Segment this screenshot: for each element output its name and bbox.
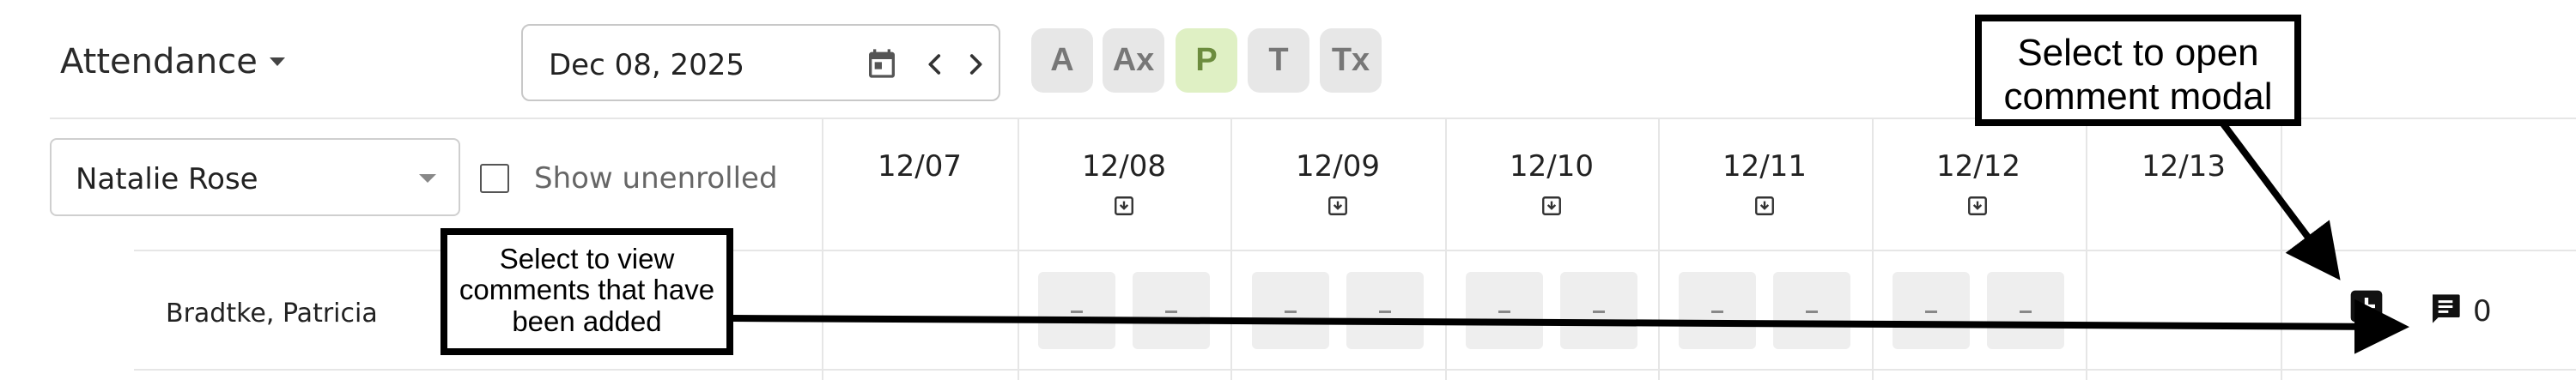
- download-icon[interactable]: [1327, 195, 1349, 217]
- status-absent-button[interactable]: A: [1031, 28, 1093, 93]
- attendance-dropdown[interactable]: Attendance: [60, 36, 285, 87]
- grid-divider: [1658, 118, 1660, 380]
- date-column-header: 12/07: [878, 149, 962, 184]
- status-present-button[interactable]: P: [1176, 28, 1237, 93]
- grid-divider: [1018, 118, 1019, 380]
- download-icon[interactable]: [1113, 195, 1135, 217]
- status-tardy-button[interactable]: T: [1248, 28, 1309, 93]
- attendance-cell[interactable]: [1773, 272, 1850, 349]
- caret-down-icon: [269, 57, 285, 66]
- grid-divider: [1872, 118, 1874, 380]
- status-tardy-excused-button[interactable]: Tx: [1320, 28, 1382, 93]
- show-unenrolled-label: Show unenrolled: [534, 161, 778, 196]
- callout-view-comments: Select to view comments that have been a…: [440, 228, 733, 355]
- grid-divider: [822, 118, 823, 380]
- chevron-right-icon[interactable]: [961, 48, 990, 81]
- arrow-to-add-comment: [2214, 113, 2341, 280]
- grid-divider: [1445, 118, 1447, 380]
- attendance-cell[interactable]: [1987, 272, 2064, 349]
- attendance-cell[interactable]: [1893, 272, 1970, 349]
- attendance-cell[interactable]: [1252, 272, 1329, 349]
- page-title: Attendance: [60, 42, 258, 81]
- student-select-value: Natalie Rose: [76, 162, 258, 196]
- student-select[interactable]: Natalie Rose: [50, 138, 460, 216]
- attendance-cell[interactable]: [1346, 272, 1424, 349]
- date-column-header: 12/13: [2142, 149, 2226, 184]
- calendar-icon[interactable]: [865, 46, 899, 81]
- show-unenrolled-checkbox[interactable]: [480, 164, 509, 193]
- status-absent-excused-button[interactable]: Ax: [1103, 28, 1164, 93]
- attendance-cell[interactable]: [1466, 272, 1543, 349]
- grid-divider: [1230, 118, 1232, 380]
- date-value: Dec 08, 2025: [549, 48, 745, 82]
- attendance-cell[interactable]: [1133, 272, 1210, 349]
- date-column-header: 12/09: [1296, 149, 1380, 184]
- grid-divider: [134, 369, 2576, 371]
- download-icon[interactable]: [1966, 195, 1989, 217]
- callout-open-comment-modal: Select to open comment modal: [1975, 15, 2301, 126]
- attendance-cell[interactable]: [1038, 272, 1115, 349]
- download-icon[interactable]: [1753, 195, 1776, 217]
- student-row-name: Bradtke, Patricia: [166, 299, 378, 329]
- grid-divider: [2281, 118, 2282, 380]
- attendance-cell[interactable]: [1679, 272, 1756, 349]
- date-column-header: 12/11: [1722, 149, 1807, 184]
- comment-count[interactable]: 0: [2473, 294, 2492, 329]
- date-column-header: 12/08: [1082, 149, 1166, 184]
- date-picker[interactable]: Dec 08, 2025: [521, 24, 1000, 101]
- date-column-header: 12/10: [1510, 149, 1594, 184]
- add-comment-icon[interactable]: [2349, 289, 2384, 323]
- date-column-header: 12/12: [1936, 149, 2020, 184]
- download-icon[interactable]: [1540, 195, 1563, 217]
- chevron-left-icon[interactable]: [920, 48, 950, 81]
- attendance-cell[interactable]: [1560, 272, 1637, 349]
- comment-icon[interactable]: [2428, 292, 2463, 326]
- caret-down-icon: [419, 174, 436, 183]
- grid-divider: [2086, 118, 2087, 380]
